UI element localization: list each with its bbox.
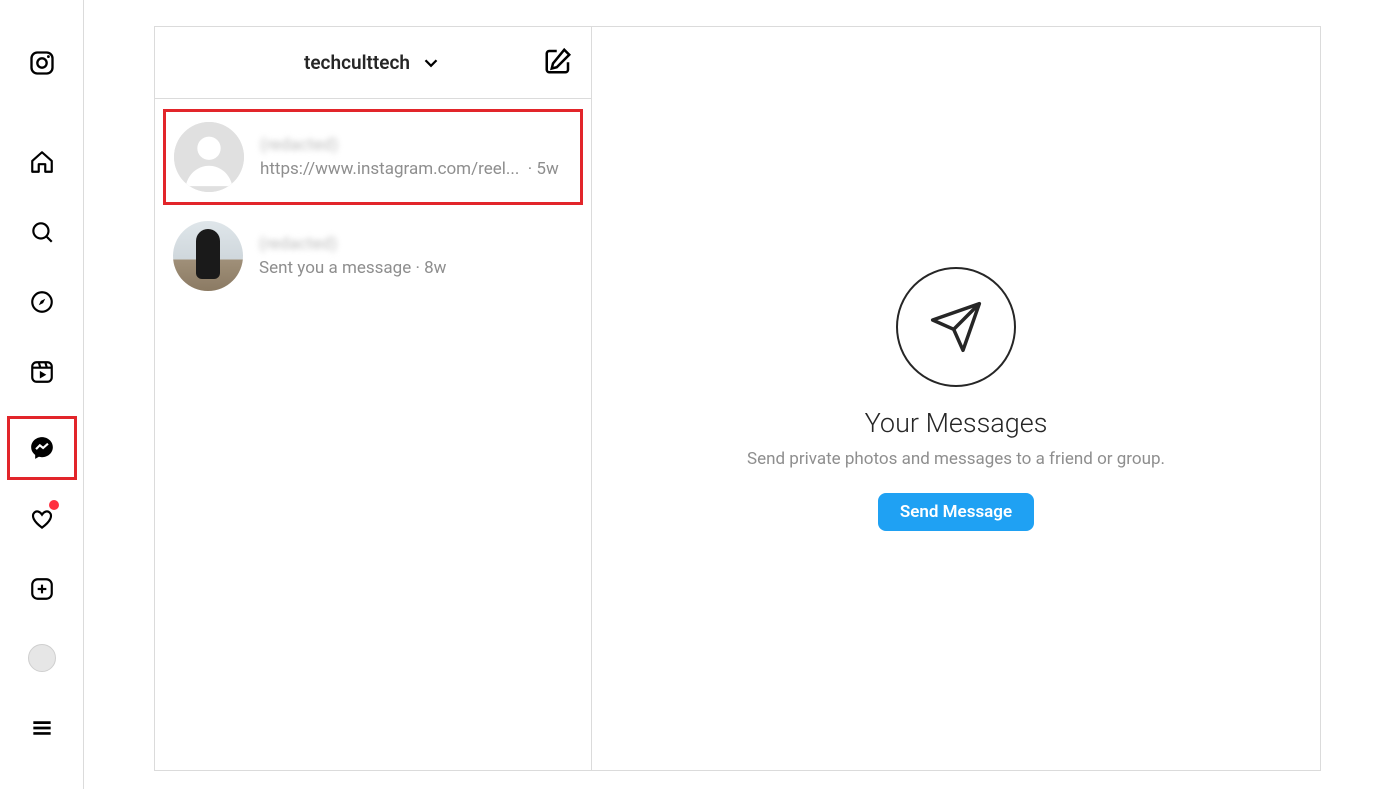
chevron-down-icon <box>420 52 442 74</box>
thread-name: (redacted) <box>260 135 572 155</box>
empty-state-icon-circle <box>896 267 1016 387</box>
search-icon <box>29 219 55 245</box>
instagram-icon <box>28 49 56 77</box>
paper-plane-icon <box>928 299 984 355</box>
plus-square-icon <box>29 576 55 602</box>
nav-messages-highlight <box>7 416 77 480</box>
menu-icon <box>29 715 55 741</box>
empty-state-title: Your Messages <box>865 407 1048 439</box>
compose-icon <box>543 46 573 76</box>
separator: · <box>524 159 537 179</box>
empty-state-subtitle: Send private photos and messages to a fr… <box>747 449 1165 469</box>
main-content: techculttech <box>84 0 1381 789</box>
thread-time: 8w <box>424 258 446 278</box>
nav-create[interactable] <box>17 564 67 614</box>
nav-notifications[interactable] <box>17 494 67 544</box>
nav-rail <box>0 0 84 789</box>
compose-button[interactable] <box>543 46 573 80</box>
thread-subtitle: https://www.instagram.com/reel... · 5w <box>260 159 572 179</box>
thread-item[interactable]: (redacted) https://www.instagram.com/ree… <box>163 109 583 205</box>
nav-profile[interactable] <box>17 634 67 684</box>
thread-item[interactable]: (redacted) Sent you a message · 8w <box>163 211 583 301</box>
thread-time: 5w <box>536 159 558 179</box>
thread-list: (redacted) https://www.instagram.com/ree… <box>155 99 591 303</box>
messenger-icon <box>29 435 55 461</box>
account-switcher[interactable]: techculttech <box>304 51 442 74</box>
heart-icon <box>29 506 55 532</box>
thread-snippet: Sent you a message <box>259 258 411 278</box>
avatar <box>174 122 244 192</box>
nav-reels[interactable] <box>17 347 67 397</box>
thread-subtitle: Sent you a message · 8w <box>259 258 573 278</box>
nav-home[interactable] <box>17 138 67 188</box>
nav-search[interactable] <box>17 207 67 257</box>
nav-messages[interactable] <box>17 423 67 473</box>
instagram-logo[interactable] <box>17 38 67 88</box>
inbox-header: techculttech <box>155 27 591 99</box>
user-icon <box>174 122 244 192</box>
nav-explore[interactable] <box>17 277 67 327</box>
thread-meta: (redacted) https://www.instagram.com/ree… <box>260 135 572 179</box>
thread-snippet: https://www.instagram.com/reel... <box>260 159 519 179</box>
avatar-icon <box>28 644 56 672</box>
send-message-button[interactable]: Send Message <box>878 493 1034 531</box>
reels-icon <box>29 359 55 385</box>
thread-meta: (redacted) Sent you a message · 8w <box>259 234 573 278</box>
avatar <box>173 221 243 291</box>
separator: · <box>415 258 424 278</box>
compass-icon <box>29 289 55 315</box>
inbox-column: techculttech <box>154 26 592 771</box>
home-icon <box>29 149 55 175</box>
nav-menu[interactable] <box>17 703 67 753</box>
notification-badge <box>49 500 59 510</box>
thread-name: (redacted) <box>259 234 573 254</box>
account-label: techculttech <box>304 51 410 74</box>
detail-column: Your Messages Send private photos and me… <box>592 26 1321 771</box>
